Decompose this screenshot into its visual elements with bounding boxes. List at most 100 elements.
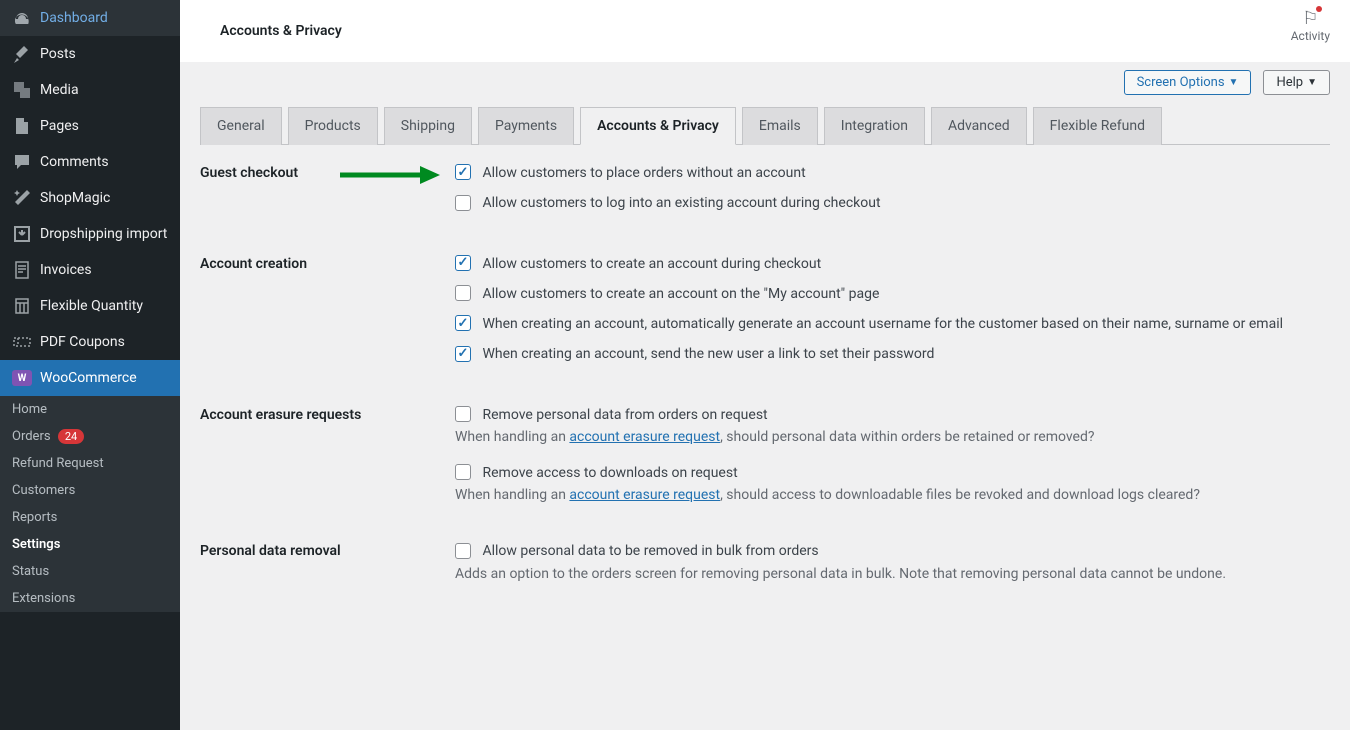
submenu-customers[interactable]: Customers (0, 477, 180, 504)
erasure-link[interactable]: account erasure request (569, 429, 720, 445)
sidebar-item-comments[interactable]: Comments (0, 144, 180, 180)
row-label: Account erasure requests (200, 407, 455, 423)
field-description: Adds an option to the orders screen for … (455, 566, 1330, 582)
tab-emails[interactable]: Emails (742, 107, 818, 145)
sidebar-item-invoices[interactable]: Invoices (0, 252, 180, 288)
settings-form: Guest checkout Allow customers to place … (200, 165, 1330, 602)
field-bulk-remove: Allow personal data to be removed in bul… (455, 543, 1330, 581)
submenu-refund-request[interactable]: Refund Request (0, 450, 180, 477)
field-create-checkout: Allow customers to create an account dur… (455, 256, 1330, 272)
topbar: Accounts & Privacy ⚐ Activity (180, 0, 1350, 62)
row-account-creation: Account creation Allow customers to crea… (200, 256, 1330, 377)
submenu-settings[interactable]: Settings (0, 531, 180, 558)
field-auto-username: When creating an account, automatically … (455, 316, 1330, 332)
checkbox[interactable] (455, 315, 471, 331)
checkbox[interactable] (455, 255, 471, 271)
sidebar-label: Dropshipping import (40, 226, 167, 242)
coupon-icon (12, 332, 32, 352)
top-buttons: Screen Options▼ Help▼ (200, 62, 1330, 107)
submenu-home[interactable]: Home (0, 396, 180, 423)
field-guest-orders: Allow customers to place orders without … (455, 165, 1330, 181)
activity-button[interactable]: ⚐ Activity (1291, 8, 1330, 43)
woocommerce-icon: W (12, 368, 32, 388)
sidebar-item-woocommerce[interactable]: W WooCommerce (0, 360, 180, 396)
orders-badge: 24 (58, 429, 84, 444)
sidebar-label: ShopMagic (40, 190, 110, 206)
calculator-icon (12, 296, 32, 316)
sidebar-item-flexible-quantity[interactable]: Flexible Quantity (0, 288, 180, 324)
admin-sidebar: Dashboard Posts Media Pages Comments Sho… (0, 0, 180, 730)
row-fields: Allow personal data to be removed in bul… (455, 543, 1330, 601)
tab-general[interactable]: General (200, 107, 282, 145)
sidebar-item-dropshipping[interactable]: Dropshipping import (0, 216, 180, 252)
chevron-down-icon: ▼ (1229, 77, 1239, 88)
sidebar-item-posts[interactable]: Posts (0, 36, 180, 72)
checkbox[interactable] (455, 406, 471, 422)
sidebar-label: Media (40, 82, 79, 98)
tab-advanced[interactable]: Advanced (931, 107, 1027, 145)
screen-options-button[interactable]: Screen Options▼ (1124, 70, 1252, 95)
tab-payments[interactable]: Payments (478, 107, 574, 145)
page-icon (12, 116, 32, 136)
media-icon (12, 80, 32, 100)
field-remove-downloads: Remove access to downloads on request Wh… (455, 465, 1330, 503)
row-label: Guest checkout (200, 165, 455, 181)
invoice-icon (12, 260, 32, 280)
sidebar-label: WooCommerce (40, 370, 137, 386)
pin-icon (12, 44, 32, 64)
sidebar-submenu: Home Orders 24 Refund Request Customers … (0, 396, 180, 612)
import-icon (12, 224, 32, 244)
sidebar-item-pages[interactable]: Pages (0, 108, 180, 144)
field-description: When handling an account erasure request… (455, 429, 1330, 445)
field-password-link: When creating an account, send the new u… (455, 346, 1330, 362)
main-content: Accounts & Privacy ⚐ Activity Screen Opt… (180, 0, 1350, 730)
row-fields: Remove personal data from orders on requ… (455, 407, 1330, 524)
sidebar-label: Posts (40, 46, 76, 62)
sidebar-label: Invoices (40, 262, 92, 278)
erasure-link[interactable]: account erasure request (569, 487, 720, 503)
sidebar-label: Flexible Quantity (40, 298, 143, 314)
tab-shipping[interactable]: Shipping (384, 107, 472, 145)
arrow-icon (340, 163, 440, 187)
tab-flexible-refund[interactable]: Flexible Refund (1033, 107, 1162, 145)
chevron-down-icon: ▼ (1307, 77, 1317, 88)
sidebar-item-pdf-coupons[interactable]: PDF Coupons (0, 324, 180, 360)
checkbox[interactable] (455, 346, 471, 362)
tab-accounts-privacy[interactable]: Accounts & Privacy (580, 107, 736, 145)
tab-products[interactable]: Products (288, 107, 378, 145)
field-create-myaccount: Allow customers to create an account on … (455, 286, 1330, 302)
submenu-extensions[interactable]: Extensions (0, 585, 180, 612)
wand-icon (12, 188, 32, 208)
sidebar-item-dashboard[interactable]: Dashboard (0, 0, 180, 36)
help-button[interactable]: Help▼ (1263, 70, 1330, 95)
checkbox[interactable] (455, 464, 471, 480)
field-description: When handling an account erasure request… (455, 487, 1330, 503)
sidebar-label: Dashboard (40, 10, 108, 26)
comment-icon (12, 152, 32, 172)
row-label: Personal data removal (200, 543, 455, 559)
checkbox[interactable] (455, 195, 471, 211)
submenu-reports[interactable]: Reports (0, 504, 180, 531)
sidebar-item-media[interactable]: Media (0, 72, 180, 108)
submenu-orders[interactable]: Orders 24 (0, 423, 180, 450)
dashboard-icon (12, 8, 32, 28)
row-account-erasure: Account erasure requests Remove personal… (200, 407, 1330, 524)
row-guest-checkout: Guest checkout Allow customers to place … (200, 165, 1330, 226)
row-fields: Allow customers to place orders without … (455, 165, 1330, 226)
checkbox[interactable] (455, 164, 471, 180)
field-remove-personal-data: Remove personal data from orders on requ… (455, 407, 1330, 445)
page-title: Accounts & Privacy (220, 23, 342, 39)
settings-tabs: General Products Shipping Payments Accou… (200, 107, 1330, 145)
sidebar-label: PDF Coupons (40, 334, 125, 350)
submenu-status[interactable]: Status (0, 558, 180, 585)
content-area: Screen Options▼ Help▼ General Products S… (180, 62, 1350, 730)
checkbox[interactable] (455, 285, 471, 301)
row-label: Account creation (200, 256, 455, 272)
tab-integration[interactable]: Integration (824, 107, 925, 145)
checkbox[interactable] (455, 543, 471, 559)
sidebar-label: Comments (40, 154, 109, 170)
sidebar-item-shopmagic[interactable]: ShopMagic (0, 180, 180, 216)
row-fields: Allow customers to create an account dur… (455, 256, 1330, 377)
row-personal-data-removal: Personal data removal Allow personal dat… (200, 543, 1330, 601)
field-guest-login: Allow customers to log into an existing … (455, 195, 1330, 211)
